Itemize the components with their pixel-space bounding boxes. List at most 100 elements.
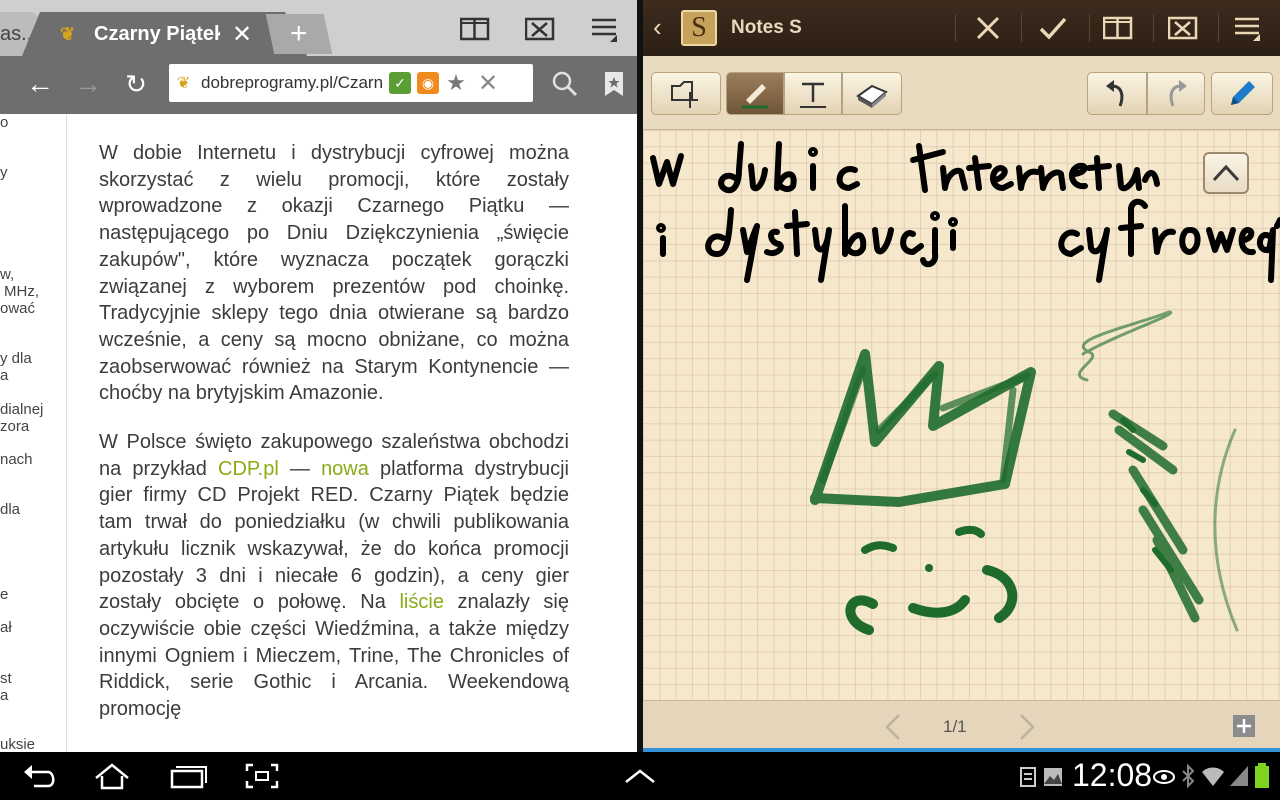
home-icon [95, 763, 129, 790]
link-nowa[interactable]: nowa [321, 458, 369, 480]
bookmarks-icon[interactable] [596, 66, 632, 102]
url-field[interactable]: ❦ dobreprogramy.pl/Czarny ✓ ◉ ★ ✕ [169, 64, 533, 102]
page-sidebar: o y w, MHz, ować y dla a dialnej zora na… [0, 114, 67, 752]
redo-icon [1169, 79, 1187, 107]
divider [1218, 14, 1219, 42]
sidebar-fragment: y dla [0, 350, 32, 367]
screenshot-button[interactable] [240, 760, 284, 792]
sidebar-fragment: ał [0, 619, 12, 636]
green-sketch [810, 310, 1239, 635]
divider [1021, 14, 1022, 42]
sidebar-fragment: uksie [0, 736, 36, 752]
bookmark-star-icon[interactable]: ★ [445, 70, 467, 95]
back-icon [24, 765, 55, 788]
undo-icon [1106, 79, 1124, 107]
sidebar-fragment: a [0, 687, 9, 704]
eye-icon [1153, 770, 1175, 784]
recent-apps-button[interactable] [166, 760, 210, 792]
site-favicon-icon: ❦ [60, 23, 76, 44]
menu-icon[interactable] [586, 14, 622, 44]
split-view-icon[interactable] [1098, 10, 1138, 46]
url-favicon-icon: ❦ [177, 75, 191, 92]
selection-tool-icon [671, 80, 698, 108]
tab-active[interactable]: ❦ Czarny Piątek ✕ [22, 12, 307, 56]
notes-title-bar: ‹ S Notes S [643, 0, 1280, 56]
eraser-icon [856, 84, 888, 108]
article-text: — [278, 457, 322, 480]
chevron-up-icon [625, 769, 655, 783]
sidebar-fragment: MHz, [4, 283, 39, 300]
save-check-icon[interactable] [1033, 10, 1073, 46]
article-paragraph: W Polsce święto zakupowego szaleństwa ob… [99, 429, 569, 723]
pen-tool-button[interactable] [726, 72, 784, 115]
divider [1089, 14, 1090, 42]
recent-apps-icon [170, 766, 207, 789]
sidebar-fragment: zora [0, 418, 30, 435]
wifi-icon [1202, 767, 1224, 786]
green-extension-icon[interactable]: ✓ [389, 72, 411, 94]
sidebar-fragment: dla [0, 501, 21, 518]
blue-pen-icon [1231, 80, 1255, 105]
collapse-toolbar-button[interactable] [1203, 152, 1249, 194]
rss-icon[interactable]: ◉ [417, 72, 439, 94]
tab-close-icon[interactable]: ✕ [232, 20, 252, 49]
sidebar-fragment: dialnej [0, 401, 44, 418]
eraser-tool-button[interactable] [842, 72, 902, 115]
article-text: platforma dystrybucji gier firmy CD Proj… [99, 457, 569, 614]
split-view-icon[interactable] [457, 14, 493, 44]
handwriting-drawing [650, 141, 1280, 635]
new-tab-label: + [290, 17, 308, 50]
sidebar-fragment: o [0, 114, 9, 131]
page-navigation-bar: 1/1 [643, 700, 1280, 752]
menu-icon[interactable] [1227, 10, 1267, 46]
browser-window: as... ❦ Czarny Piątek ✕ + ← → ↻ ❦ dobrep… [0, 0, 637, 752]
undo-button[interactable] [1087, 72, 1147, 115]
forward-arrow-icon[interactable]: → [70, 66, 106, 102]
tray-toggle-button[interactable] [618, 760, 662, 792]
divider [955, 14, 956, 42]
chevron-up-icon [1212, 164, 1240, 182]
search-icon[interactable] [547, 66, 583, 102]
back-chevron-icon[interactable]: ‹ [653, 12, 662, 43]
close-window-icon[interactable] [522, 14, 558, 44]
back-button[interactable] [18, 760, 62, 792]
address-toolbar: ← → ↻ ❦ dobreprogramy.pl/Czarny ✓ ◉ ★ ✕ [0, 56, 637, 114]
sidebar-fragment: nach [0, 451, 33, 468]
new-tab-button[interactable]: + [265, 14, 333, 54]
notes-toolbar [643, 56, 1280, 130]
back-arrow-icon[interactable]: ← [22, 66, 58, 102]
text-tool-icon [800, 82, 826, 108]
home-button[interactable] [90, 760, 134, 792]
clear-url-icon[interactable]: ✕ [477, 70, 499, 97]
link-cdp[interactable]: CDP.pl [218, 458, 279, 480]
system-clock: 12:08 [1072, 757, 1153, 793]
cancel-x-icon[interactable] [968, 10, 1008, 46]
redo-button[interactable] [1147, 72, 1205, 115]
add-page-icon[interactable] [1231, 713, 1257, 739]
page-indicator: 1/1 [943, 717, 967, 736]
sidebar-fragment: st [0, 670, 12, 687]
link-liscie[interactable]: liście [399, 591, 443, 613]
battery-icon [1255, 763, 1269, 788]
system-navigation-bar: 12:08 [0, 752, 1280, 800]
next-page-icon[interactable] [1017, 713, 1037, 741]
screen: { "browser": { "tabs": [ {"title": "as..… [0, 0, 1280, 800]
reload-icon[interactable]: ↻ [118, 66, 154, 102]
bluetooth-icon [1182, 764, 1195, 788]
drawing-canvas[interactable] [643, 130, 1280, 700]
previous-page-icon[interactable] [883, 713, 903, 741]
tab-strip: as... ❦ Czarny Piątek ✕ + [0, 0, 637, 56]
divider [1153, 14, 1154, 42]
notes-app-logo-icon: S [681, 10, 717, 46]
sidebar-fragment: e [0, 586, 9, 603]
sidebar-fragment: ować [0, 300, 36, 317]
text-tool-button[interactable] [784, 72, 842, 115]
notes-app-name: Notes S [731, 17, 802, 38]
sidebar-fragment: a [0, 367, 9, 384]
gallery-icon [1044, 768, 1062, 786]
article-paragraph: W dobie Internetu i dystrybucji cyfrowej… [99, 142, 569, 405]
article-body: W dobie Internetu i dystrybucji cyfrowej… [99, 140, 569, 745]
pen-settings-button[interactable] [1211, 72, 1273, 115]
selection-mode-button[interactable] [651, 72, 721, 115]
close-window-icon[interactable] [1163, 10, 1203, 46]
